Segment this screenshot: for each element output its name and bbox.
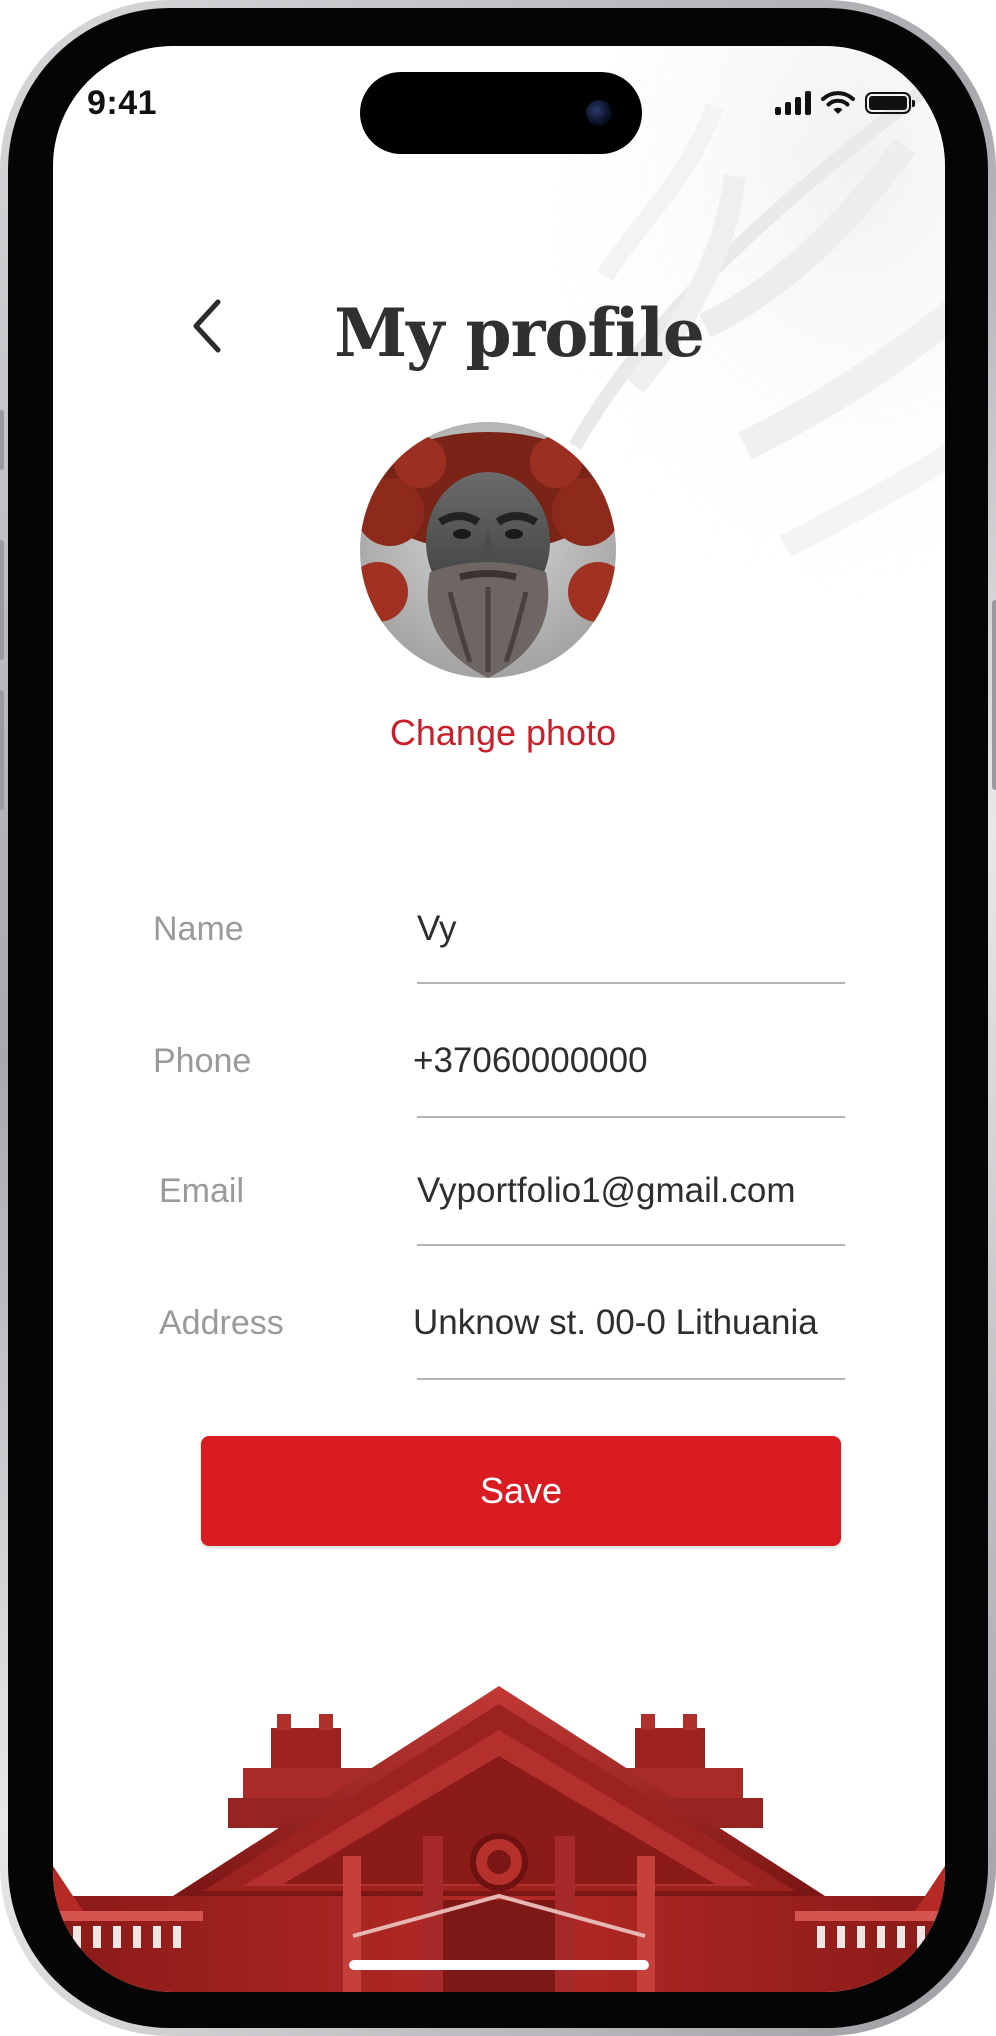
avatar-portrait-image [360,422,616,678]
save-button[interactable]: Save [201,1436,841,1546]
volume-up-button [0,540,4,660]
name-field-row: Name [53,886,945,1016]
volume-down-button [0,690,4,810]
front-camera [586,100,612,126]
name-label: Name [153,910,244,948]
phone-frame: 9:41 My profile Change photo Name Vy Pho… [0,0,996,2036]
address-input[interactable] [413,1298,845,1348]
status-bar: 9:41 [53,46,945,156]
power-button [992,600,996,790]
dynamic-island [360,72,642,154]
phone-input[interactable] [413,1036,841,1086]
phone-label: Phone [153,1042,252,1080]
status-icons [775,90,915,116]
address-underline [417,1378,845,1380]
page-title: My profile [334,294,705,372]
address-field-row: Address [53,1280,945,1410]
address-label: Address [159,1304,284,1342]
name-underline [417,982,845,984]
battery-icon [865,92,915,114]
wifi-icon [821,91,855,114]
email-input[interactable] [417,1166,845,1216]
status-time: 9:41 [87,84,158,122]
decorative-building-illustration [53,1686,945,1992]
change-photo-link[interactable]: Change photo [53,712,945,754]
home-indicator[interactable] [349,1960,649,1970]
screen: 9:41 My profile Change photo Name Vy Pho… [53,46,945,1992]
email-field-row: Email [53,1148,945,1278]
avatar[interactable] [360,422,616,678]
mute-switch [0,410,4,470]
phone-field-row: Phone [53,1018,945,1148]
battery-level [869,96,907,110]
email-underline [417,1244,845,1246]
name-input[interactable] [417,904,845,954]
phone-underline [417,1116,845,1118]
email-label: Email [159,1172,245,1210]
cellular-signal-icon [775,91,811,115]
